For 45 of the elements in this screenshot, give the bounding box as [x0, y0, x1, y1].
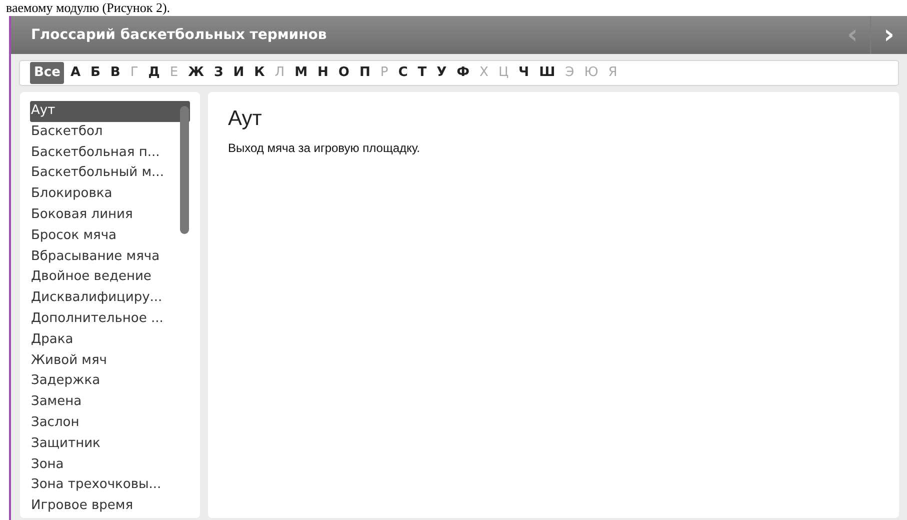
- letter-filter[interactable]: В: [106, 62, 124, 84]
- term-item[interactable]: Замена: [30, 392, 190, 413]
- letter-filter[interactable]: Н: [314, 62, 332, 84]
- letter-filter[interactable]: К: [250, 62, 269, 84]
- term-item[interactable]: Дисквалифициру...: [30, 288, 190, 309]
- letter-filter[interactable]: З: [210, 62, 228, 84]
- letter-filter[interactable]: Ф: [452, 62, 474, 84]
- term-item[interactable]: Боковая линия: [30, 204, 190, 226]
- window-title: Глоссарий баскетбольных терминов: [31, 26, 327, 44]
- term-item[interactable]: Двойное ведение: [30, 267, 190, 288]
- term-item[interactable]: Бросок мяча: [30, 226, 190, 247]
- letter-filter[interactable]: Ш: [535, 62, 560, 84]
- term-item[interactable]: Баскетбольный м...: [30, 163, 190, 184]
- term-item[interactable]: Дополнительное ...: [30, 308, 190, 330]
- term-item[interactable]: Блокировка: [30, 184, 190, 205]
- term-item[interactable]: Зона трехочковы...: [30, 475, 190, 496]
- term-item[interactable]: Задержка: [30, 371, 190, 392]
- definition-text: Выход мяча за игровую площадку.: [228, 140, 422, 158]
- letter-filter[interactable]: Т: [414, 62, 431, 84]
- term-item[interactable]: Баскетбольная п...: [30, 142, 190, 164]
- letter-filter[interactable]: Д: [144, 62, 164, 84]
- term-item[interactable]: Баскетбол: [30, 122, 190, 143]
- term-item[interactable]: Зона: [30, 454, 190, 476]
- term-item[interactable]: Аут: [30, 101, 190, 122]
- term-heading: Аут: [228, 106, 263, 132]
- term-item[interactable]: Драка: [30, 330, 190, 351]
- letter-filter[interactable]: И: [229, 62, 248, 84]
- term-item[interactable]: Заслон: [30, 412, 190, 434]
- letter-filter[interactable]: М: [290, 62, 312, 84]
- letter-filter[interactable]: Ч: [514, 62, 534, 84]
- letter-filter[interactable]: О: [334, 62, 354, 84]
- scrollbar-thumb[interactable]: [180, 106, 189, 234]
- document-caption: ваемому модулю (Рисунок 2).: [5, 0, 172, 16]
- letter-filter[interactable]: П: [355, 62, 374, 84]
- letter-filter[interactable]: Все: [30, 62, 64, 84]
- term-item[interactable]: Вбрасывание мяча: [30, 246, 190, 268]
- term-item[interactable]: Игровое время: [30, 496, 190, 517]
- letter-filter[interactable]: А: [66, 62, 84, 84]
- term-item[interactable]: Живой мяч: [30, 350, 190, 372]
- letter-filter[interactable]: Ж: [184, 62, 208, 84]
- letter-filter[interactable]: Б: [86, 62, 104, 84]
- next-button[interactable]: ›: [871, 16, 907, 54]
- letter-filter[interactable]: С: [394, 62, 412, 84]
- letter-filter[interactable]: У: [432, 62, 451, 84]
- term-item[interactable]: Защитник: [30, 434, 190, 455]
